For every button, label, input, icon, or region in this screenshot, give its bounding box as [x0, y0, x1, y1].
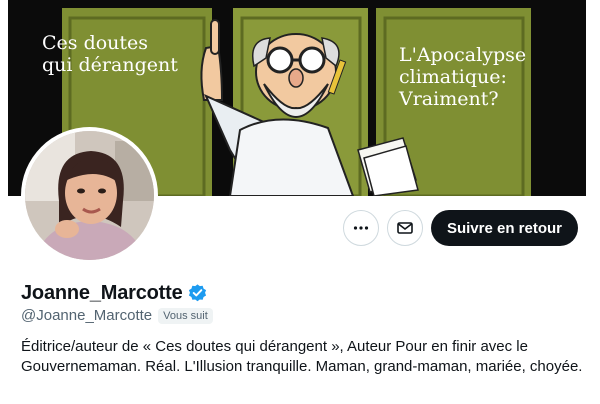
- avatar-photo[interactable]: [25, 131, 154, 260]
- profile-bio: Éditrice/auteur de « Ces doutes qui déra…: [21, 338, 583, 375]
- banner-right-line2: climatique:: [399, 66, 507, 88]
- banner-left-line1: Ces doutes: [42, 32, 149, 54]
- more-button[interactable]: [342, 210, 379, 246]
- banner-left-line2: qui dérangent: [42, 54, 178, 76]
- display-name: Joanne_Marcotte: [21, 282, 183, 304]
- display-name-row: Joanne_Marcotte: [21, 282, 208, 305]
- mail-icon: [397, 222, 413, 234]
- verified-badge-icon[interactable]: [187, 283, 208, 304]
- profile-actions: Suivre en retour: [342, 210, 578, 246]
- banner-right-line1: L'Apocalypse: [399, 44, 527, 66]
- avatar[interactable]: [21, 127, 158, 264]
- follow-back-button[interactable]: Suivre en retour: [430, 210, 578, 246]
- more-icon: [353, 226, 369, 230]
- handle-row: @Joanne_Marcotte Vous suit: [21, 307, 213, 324]
- username-handle: @Joanne_Marcotte: [21, 307, 153, 324]
- banner-right-line3: Vraiment?: [399, 88, 499, 110]
- banner-title-left: Ces doutes qui dérangent: [42, 32, 178, 76]
- avatar-portrait: [25, 131, 154, 260]
- follows-you-badge: Vous suit: [158, 307, 213, 324]
- message-button[interactable]: [386, 210, 423, 246]
- banner-title-right: L'Apocalypse climatique: Vraiment?: [399, 44, 526, 110]
